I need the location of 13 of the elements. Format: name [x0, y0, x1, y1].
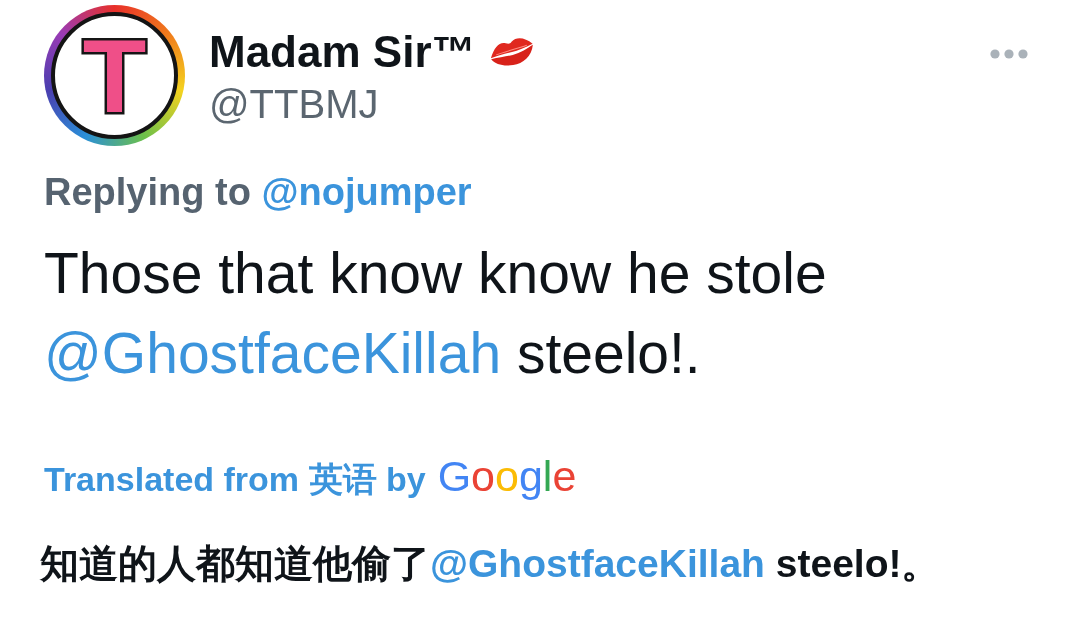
mention-link[interactable]: @nojumper	[261, 171, 472, 213]
tweet-text: Those that know know he stole @GhostfaceKillah steelo!.	[44, 240, 828, 387]
mention-link[interactable]: @GhostfaceKillah	[430, 542, 765, 585]
user-handle[interactable]: @TTBMJ	[209, 80, 536, 128]
avatar-letter: T	[82, 23, 147, 128]
translated-text: 知道的人都知道他偷了@GhostfaceKillah steelo!。	[40, 541, 942, 587]
avatar-logo[interactable]: T	[44, 5, 185, 146]
mention-link[interactable]: @GhostfaceKillah	[44, 321, 502, 385]
translator-logo: Google	[437, 451, 577, 501]
replying-to-text: Replying to @nojumper	[44, 170, 473, 215]
translated-from-link[interactable]: Translated from 英语 by	[44, 457, 426, 501]
more-icon	[990, 49, 1028, 59]
display-name[interactable]: Madam Sir™	[209, 26, 476, 78]
